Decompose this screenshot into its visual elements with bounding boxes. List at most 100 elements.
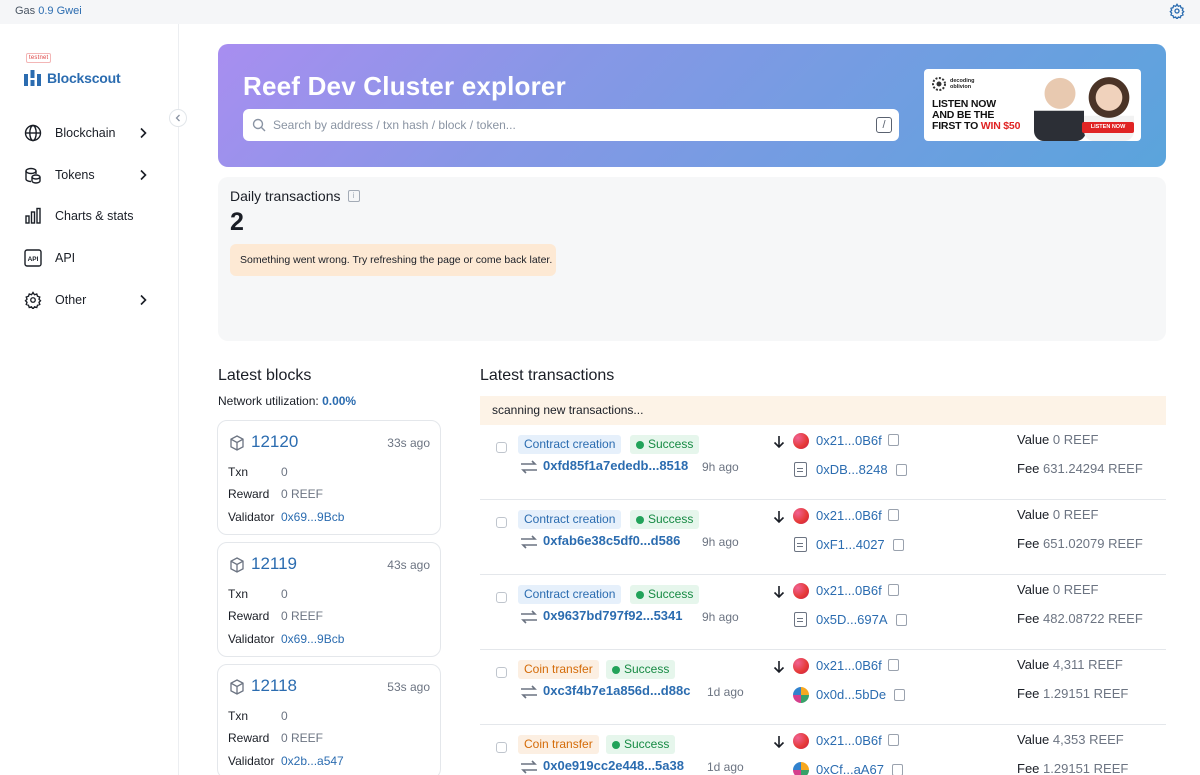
ad-headline-win: WIN $50 <box>980 120 1021 132</box>
fee-label: Fee <box>1017 461 1040 476</box>
tx-status-badge: Success <box>606 735 676 754</box>
tx-to-address[interactable]: 0x5D...697A <box>816 612 888 627</box>
block-txn-count: 0 <box>281 587 288 601</box>
block-validator[interactable]: 0x69...9Bcb <box>281 632 344 646</box>
transaction-row: Contract creation Success 0xfd85f1a7eded… <box>480 425 1166 500</box>
address-avatar <box>793 583 809 599</box>
chevron-right-icon <box>140 294 147 306</box>
reward-label: Reward <box>228 609 270 623</box>
tx-to-address[interactable]: 0xCf...aA67 <box>816 762 884 775</box>
tx-age: 9h ago <box>702 535 739 549</box>
fee-amount: 631.24294 REEF <box>1043 461 1143 476</box>
watch-toggle-icon[interactable] <box>496 667 507 678</box>
tx-to-address[interactable]: 0xF1...4027 <box>816 537 885 552</box>
block-validator[interactable]: 0x2b...a547 <box>281 754 344 768</box>
copy-icon[interactable] <box>888 659 899 671</box>
transaction-swap-icon <box>521 610 537 624</box>
block-cube-icon <box>230 679 244 695</box>
transaction-row: Contract creation Success 0xfab6e38c5df0… <box>480 500 1166 575</box>
txn-label: Txn <box>228 465 249 479</box>
success-check-icon <box>636 590 644 599</box>
sidebar-item-other[interactable]: Other <box>24 288 154 312</box>
testnet-badge: testnet <box>26 53 52 63</box>
txn-label: Txn <box>228 587 249 601</box>
tx-fee: Fee 1.29151 REEF <box>1017 686 1128 701</box>
search-input[interactable]: Search by address / txn hash / block / t… <box>243 109 899 141</box>
value-label: Value <box>1017 582 1050 597</box>
transaction-row: Coin transfer Success 0x0e919cc2e448...5… <box>480 725 1166 775</box>
info-icon[interactable]: i <box>347 190 360 202</box>
copy-icon[interactable] <box>893 539 904 551</box>
tx-status-label: Success <box>648 512 694 526</box>
sidebar-item-api[interactable]: API API <box>24 246 154 270</box>
tx-hash-link[interactable]: 0xfd85f1a7ededb...8518 <box>543 458 688 473</box>
latest-blocks-title: Latest blocks <box>218 367 312 384</box>
chevron-left-icon <box>175 114 180 122</box>
sidebar-item-label: Charts & stats <box>55 209 134 223</box>
tx-type-badge: Coin transfer <box>518 735 599 754</box>
svg-text:API: API <box>28 256 39 263</box>
block-validator[interactable]: 0x69...9Bcb <box>281 510 344 524</box>
logo-text: Blockscout <box>47 70 121 86</box>
tx-from-address[interactable]: 0x21...0B6f <box>816 658 882 673</box>
copy-icon[interactable] <box>888 434 899 446</box>
daily-transactions-widget: Daily transactions i 2 Something went wr… <box>218 177 1166 341</box>
sidebar-item-label: Blockchain <box>55 126 116 140</box>
tx-from-address[interactable]: 0x21...0B6f <box>816 733 882 748</box>
tx-status-badge: Success <box>630 510 700 529</box>
watch-toggle-icon[interactable] <box>496 742 507 753</box>
copy-icon[interactable] <box>892 764 903 775</box>
tx-hash-link[interactable]: 0x9637bd797f92...5341 <box>543 608 683 623</box>
search-shortcut-hint: / <box>876 117 892 133</box>
tx-from-address[interactable]: 0x21...0B6f <box>816 583 882 598</box>
tx-hash-link[interactable]: 0xc3f4b7e1a856d...d88c <box>543 683 690 698</box>
chevron-right-icon <box>140 169 147 181</box>
watch-toggle-icon[interactable] <box>496 442 507 453</box>
tx-hash-link[interactable]: 0x0e919cc2e448...5a38 <box>543 758 684 773</box>
value-amount: 4,353 REEF <box>1052 732 1124 747</box>
tx-type-badge: Contract creation <box>518 585 622 604</box>
tx-status-label: Success <box>624 662 670 676</box>
sidebar-item-tokens[interactable]: Tokens <box>24 163 154 187</box>
sidebar-item-blockchain[interactable]: Blockchain <box>24 121 154 145</box>
value-label: Value <box>1017 657 1050 672</box>
copy-icon[interactable] <box>888 509 899 521</box>
watch-toggle-icon[interactable] <box>496 592 507 603</box>
validator-label: Validator <box>228 510 275 524</box>
watch-toggle-icon[interactable] <box>496 517 507 528</box>
block-cube-icon <box>230 557 244 573</box>
block-age: 43s ago <box>387 558 430 572</box>
block-number[interactable]: 12120 <box>251 432 298 452</box>
copy-icon[interactable] <box>896 614 907 626</box>
tx-to-address[interactable]: 0x0d...5bDe <box>816 687 886 702</box>
fee-amount: 1.29151 REEF <box>1043 761 1129 775</box>
block-number[interactable]: 12118 <box>251 676 297 696</box>
collapse-sidebar-button[interactable] <box>169 109 187 127</box>
copy-icon[interactable] <box>894 689 905 701</box>
address-avatar <box>793 508 809 524</box>
ad-listen-button[interactable]: LISTEN NOW <box>1082 122 1134 133</box>
contract-file-icon <box>794 537 807 552</box>
block-number[interactable]: 12119 <box>251 554 297 574</box>
fee-label: Fee <box>1017 761 1040 775</box>
tx-value: Value 0 REEF <box>1017 507 1098 522</box>
tx-from-address[interactable]: 0x21...0B6f <box>816 508 882 523</box>
copy-icon[interactable] <box>888 734 899 746</box>
copy-icon[interactable] <box>888 584 899 596</box>
blockscout-logo[interactable]: Blockscout <box>24 70 121 86</box>
value-amount: 4,311 REEF <box>1052 657 1123 672</box>
copy-icon[interactable] <box>896 464 907 476</box>
fee-label: Fee <box>1017 611 1040 626</box>
tx-to-address[interactable]: 0xDB...8248 <box>816 462 888 477</box>
value-label: Value <box>1017 507 1050 522</box>
fee-amount: 482.08722 REEF <box>1043 611 1143 626</box>
sidebar-item-charts-stats[interactable]: Charts & stats <box>24 204 154 228</box>
tx-from-address[interactable]: 0x21...0B6f <box>816 433 882 448</box>
error-alert: Something went wrong. Try refreshing the… <box>230 244 556 276</box>
contract-file-icon <box>794 612 807 627</box>
ad-banner[interactable]: decoding oblivion LISTEN NOW AND BE THE … <box>924 69 1141 141</box>
tx-hash-link[interactable]: 0xfab6e38c5df0...d586 <box>543 533 680 548</box>
page-title: Reef Dev Cluster explorer <box>243 71 566 101</box>
globe-icon <box>24 124 42 142</box>
settings-gear-icon[interactable] <box>1169 3 1185 19</box>
